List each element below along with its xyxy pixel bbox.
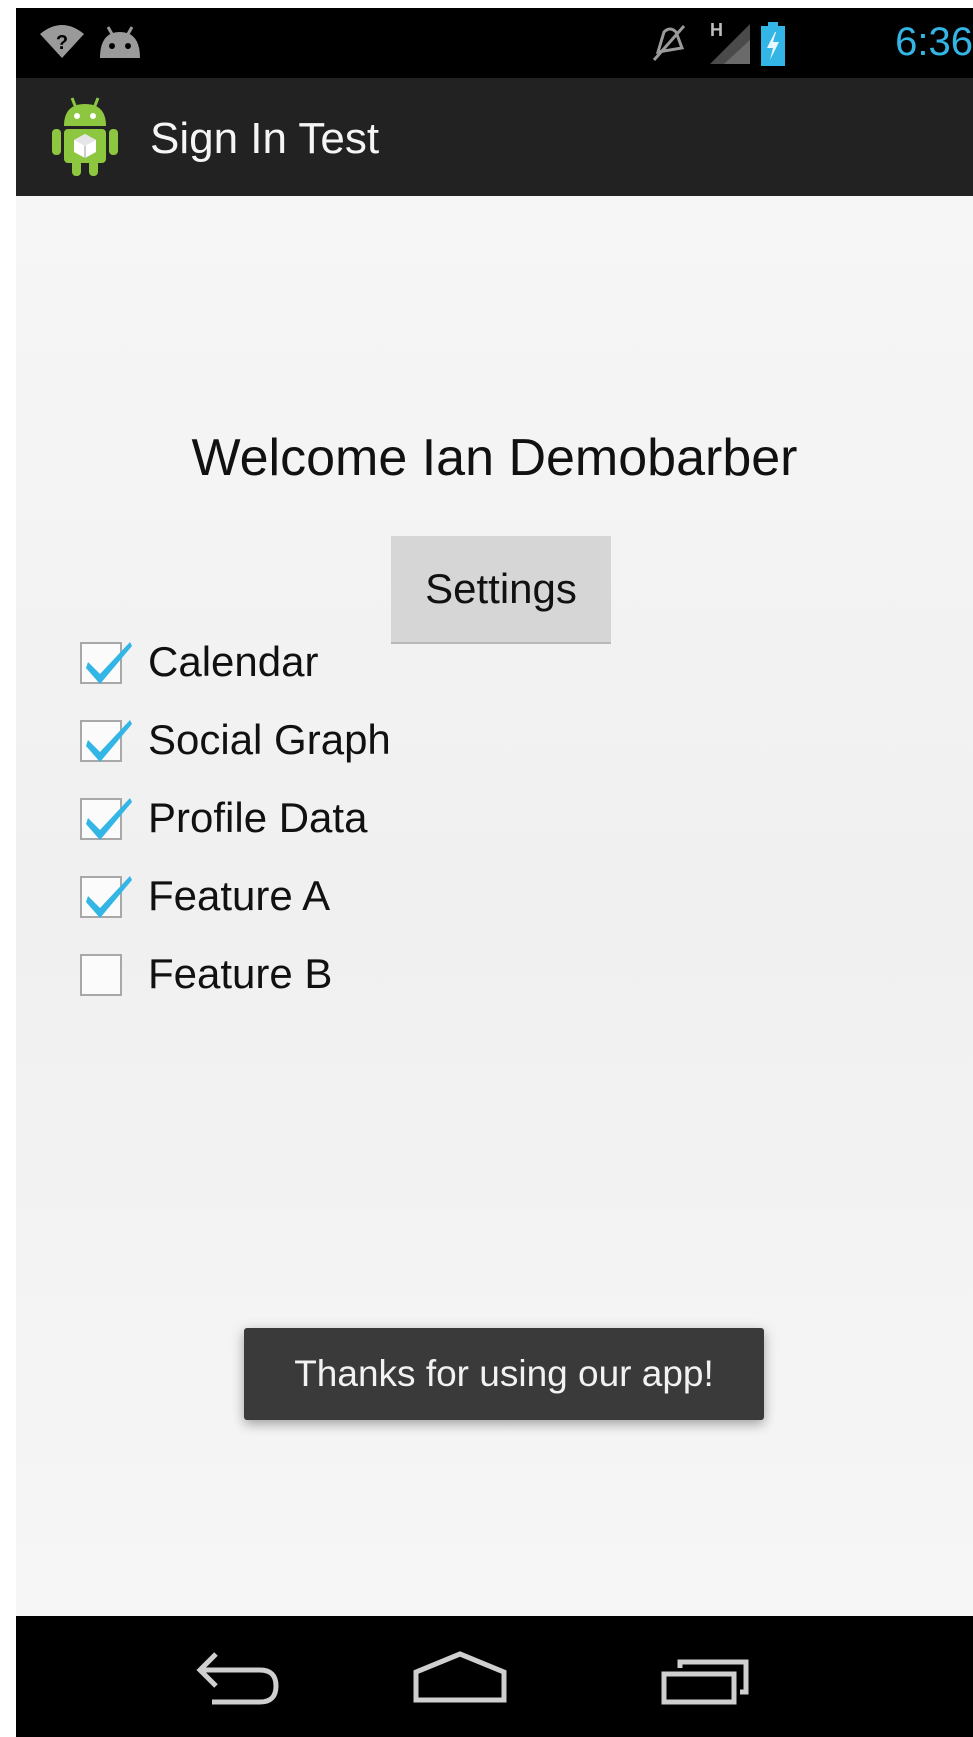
status-clock: 6:36: [895, 20, 973, 64]
checkbox-feature-a[interactable]: Feature A: [80, 868, 680, 928]
app-title: Sign In Test: [150, 114, 380, 163]
android-app-icon[interactable]: [50, 96, 120, 183]
checkbox-feature-b[interactable]: Feature B: [80, 946, 680, 1006]
checkbox-social-graph[interactable]: Social Graph: [80, 712, 680, 772]
toast-message: Thanks for using our app!: [244, 1328, 764, 1420]
check-icon: [86, 642, 132, 684]
back-button[interactable]: [166, 1616, 326, 1737]
checkbox-box[interactable]: [80, 798, 132, 840]
svg-text:?: ?: [56, 32, 68, 54]
action-bar: Sign In Test: [16, 78, 973, 196]
navigation-bar: [16, 1616, 973, 1737]
checkbox-label: Social Graph: [148, 716, 391, 763]
checkbox-label: Feature B: [148, 950, 333, 997]
settings-button[interactable]: Settings: [391, 536, 611, 644]
check-icon: [86, 720, 132, 762]
mute-icon: [650, 22, 690, 69]
checkbox-box[interactable]: [80, 954, 122, 996]
network-type-label: H: [710, 20, 723, 40]
home-icon: [413, 1651, 507, 1703]
recents-icon: [661, 1659, 749, 1705]
checkbox-box[interactable]: [80, 642, 132, 684]
back-icon: [196, 1652, 279, 1705]
checkbox-box[interactable]: [80, 720, 132, 762]
wifi-icon: ?: [38, 22, 86, 67]
android-notification-icon: [96, 24, 144, 67]
checkbox-label: Feature A: [148, 872, 331, 919]
welcome-message: Welcome Ian Demobarber: [191, 429, 798, 487]
checkbox-calendar[interactable]: Calendar: [80, 634, 680, 694]
home-button[interactable]: [408, 1616, 568, 1737]
check-icon: [86, 876, 132, 918]
checkbox-label: Calendar: [148, 638, 319, 685]
phone-screen: ? H 6:36 Sign In Test Welcome Ian Demoba…: [16, 8, 973, 1737]
checkbox-profile-data[interactable]: Profile Data: [80, 790, 680, 850]
battery-charging-icon: [760, 22, 786, 71]
checkbox-box[interactable]: [80, 876, 132, 918]
recents-button[interactable]: [660, 1616, 820, 1737]
checkbox-label: Profile Data: [148, 794, 368, 841]
status-bar: ? H 6:36: [16, 8, 973, 78]
check-icon: [86, 798, 132, 840]
